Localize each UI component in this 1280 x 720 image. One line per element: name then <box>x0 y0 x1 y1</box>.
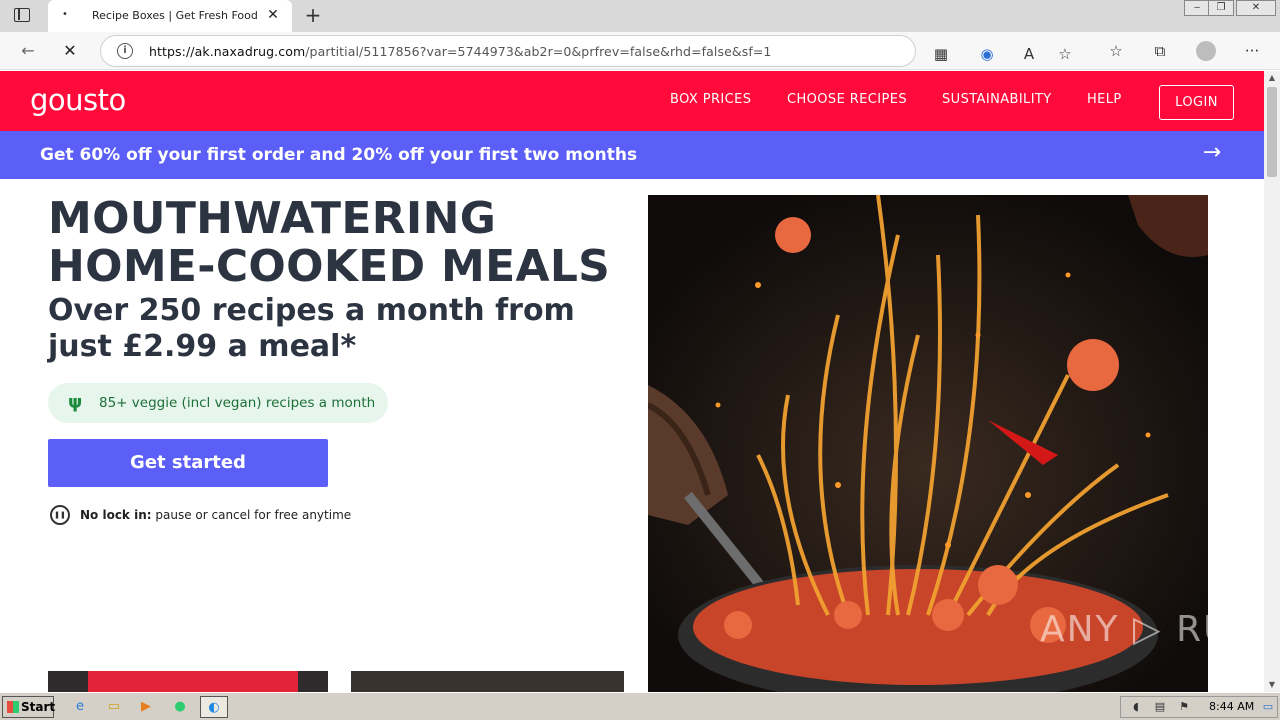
hero-title-line2: HOME-COOKED MEALS <box>48 241 611 292</box>
browser-tab-bar: • Recipe Boxes | Get Fresh Food & ✕ + ‒ … <box>0 0 1280 32</box>
url-text: https://ak.naxadrug.com/partitial/511785… <box>149 44 772 59</box>
tab-title: Recipe Boxes | Get Fresh Food & <box>92 9 260 22</box>
chrome-icon[interactable]: ● <box>168 696 192 718</box>
network-icon[interactable]: ▤ <box>1153 700 1167 714</box>
ie-icon[interactable]: e <box>68 696 92 718</box>
hero-title-line1: MOUTHWATERING <box>48 193 497 244</box>
promo-banner[interactable]: Get 60% off your first order and 20% off… <box>0 131 1264 179</box>
nav-help[interactable]: HELP <box>1087 92 1122 107</box>
veggie-badge: ψ 85+ veggie (incl vegan) recipes a mont… <box>48 383 388 423</box>
scroll-up-icon[interactable]: ▲ <box>1264 71 1280 85</box>
volume-icon[interactable]: ◖ <box>1129 700 1143 714</box>
address-bar[interactable]: i https://ak.naxadrug.com/partitial/5117… <box>100 35 1072 67</box>
explorer-icon[interactable]: ▭ <box>102 696 126 718</box>
no-lock-in-text: No lock in: pause or cancel for free any… <box>80 508 352 522</box>
flag-icon[interactable]: ⚑ <box>1177 700 1191 714</box>
close-tab-icon[interactable]: ✕ <box>264 6 282 24</box>
arrow-right-icon[interactable]: → <box>1200 141 1224 165</box>
minimize-window-button[interactable]: ‒ <box>1184 0 1210 16</box>
system-tray: ◖ ▤ ⚑ 8:44 AM ▭ <box>1120 696 1278 718</box>
windows-logo-icon <box>7 701 19 713</box>
browser-tab-active[interactable]: • Recipe Boxes | Get Fresh Food & ✕ <box>48 0 292 32</box>
hero-subtitle: Over 250 recipes a month from just £2.99… <box>48 293 575 364</box>
new-tab-button[interactable]: + <box>302 4 324 26</box>
restore-window-button[interactable]: ❐ <box>1208 0 1234 16</box>
nav-choose-recipes[interactable]: CHOOSE RECIPES <box>787 92 907 107</box>
gousto-logo[interactable]: gousto <box>30 83 126 117</box>
start-label: Start <box>21 700 56 714</box>
media-player-icon[interactable]: ▶ <box>134 696 158 718</box>
cutlery-icon: ψ <box>68 392 83 413</box>
collections-icon[interactable]: ⧉ <box>1150 41 1170 61</box>
recipe-box-thumbnail[interactable] <box>48 671 328 692</box>
edge-icon[interactable]: ◐ <box>200 696 228 718</box>
login-button[interactable]: LOGIN <box>1159 85 1234 120</box>
windows-taskbar: Start e ▭ ▶ ● ◐ ◖ ▤ ⚑ 8:44 AM ▭ <box>0 692 1280 720</box>
site-header: gousto BOX PRICES CHOOSE RECIPES SUSTAIN… <box>0 71 1264 131</box>
promo-text: Get 60% off your first order and 20% off… <box>40 145 638 165</box>
page-scrollbar[interactable]: ▲ ▼ <box>1264 71 1280 692</box>
anyrun-watermark: ANY ▷ RUN <box>1040 609 1208 650</box>
favorites-icon[interactable]: ☆ <box>1106 41 1126 61</box>
veggie-badge-text: 85+ veggie (incl vegan) recipes a month <box>99 395 376 411</box>
add-favorite-icon[interactable]: ☆ <box>1055 44 1075 64</box>
extension-icon[interactable]: ◉ <box>977 44 997 64</box>
nav-sustainability[interactable]: SUSTAINABILITY <box>942 92 1052 107</box>
tab-actions-icon[interactable] <box>14 8 30 22</box>
nav-box-prices[interactable]: BOX PRICES <box>670 92 751 107</box>
more-icon[interactable]: ··· <box>1242 41 1262 61</box>
scroll-thumb[interactable] <box>1267 87 1277 177</box>
stop-loading-icon[interactable]: ✕ <box>58 39 82 63</box>
web-page: gousto BOX PRICES CHOOSE RECIPES SUSTAIN… <box>0 71 1264 692</box>
browser-toolbar: ← ✕ i https://ak.naxadrug.com/partitial/… <box>0 32 1280 70</box>
close-window-button[interactable]: ✕ <box>1236 0 1276 16</box>
site-info-icon[interactable]: i <box>117 43 133 59</box>
clock: 8:44 AM <box>1209 700 1255 713</box>
hero-title: MOUTHWATERING HOME-COOKED MEALS <box>48 195 610 291</box>
read-aloud-icon[interactable]: A <box>1019 44 1039 64</box>
start-button[interactable]: Start <box>2 696 56 718</box>
hero-food-image: ANY ▷ RUN <box>648 195 1208 692</box>
profile-icon[interactable] <box>1196 41 1216 61</box>
get-started-button[interactable]: Get started <box>48 439 328 487</box>
scroll-down-icon[interactable]: ▼ <box>1264 678 1280 692</box>
pause-play-icon: ❚❚ <box>50 505 70 525</box>
show-desktop-icon[interactable]: ▭ <box>1261 700 1275 714</box>
apps-icon[interactable]: ▦ <box>931 44 951 64</box>
back-icon[interactable]: ← <box>16 39 40 63</box>
tab-favicon-icon: • <box>62 9 68 20</box>
food-thumbnail[interactable] <box>351 671 624 692</box>
